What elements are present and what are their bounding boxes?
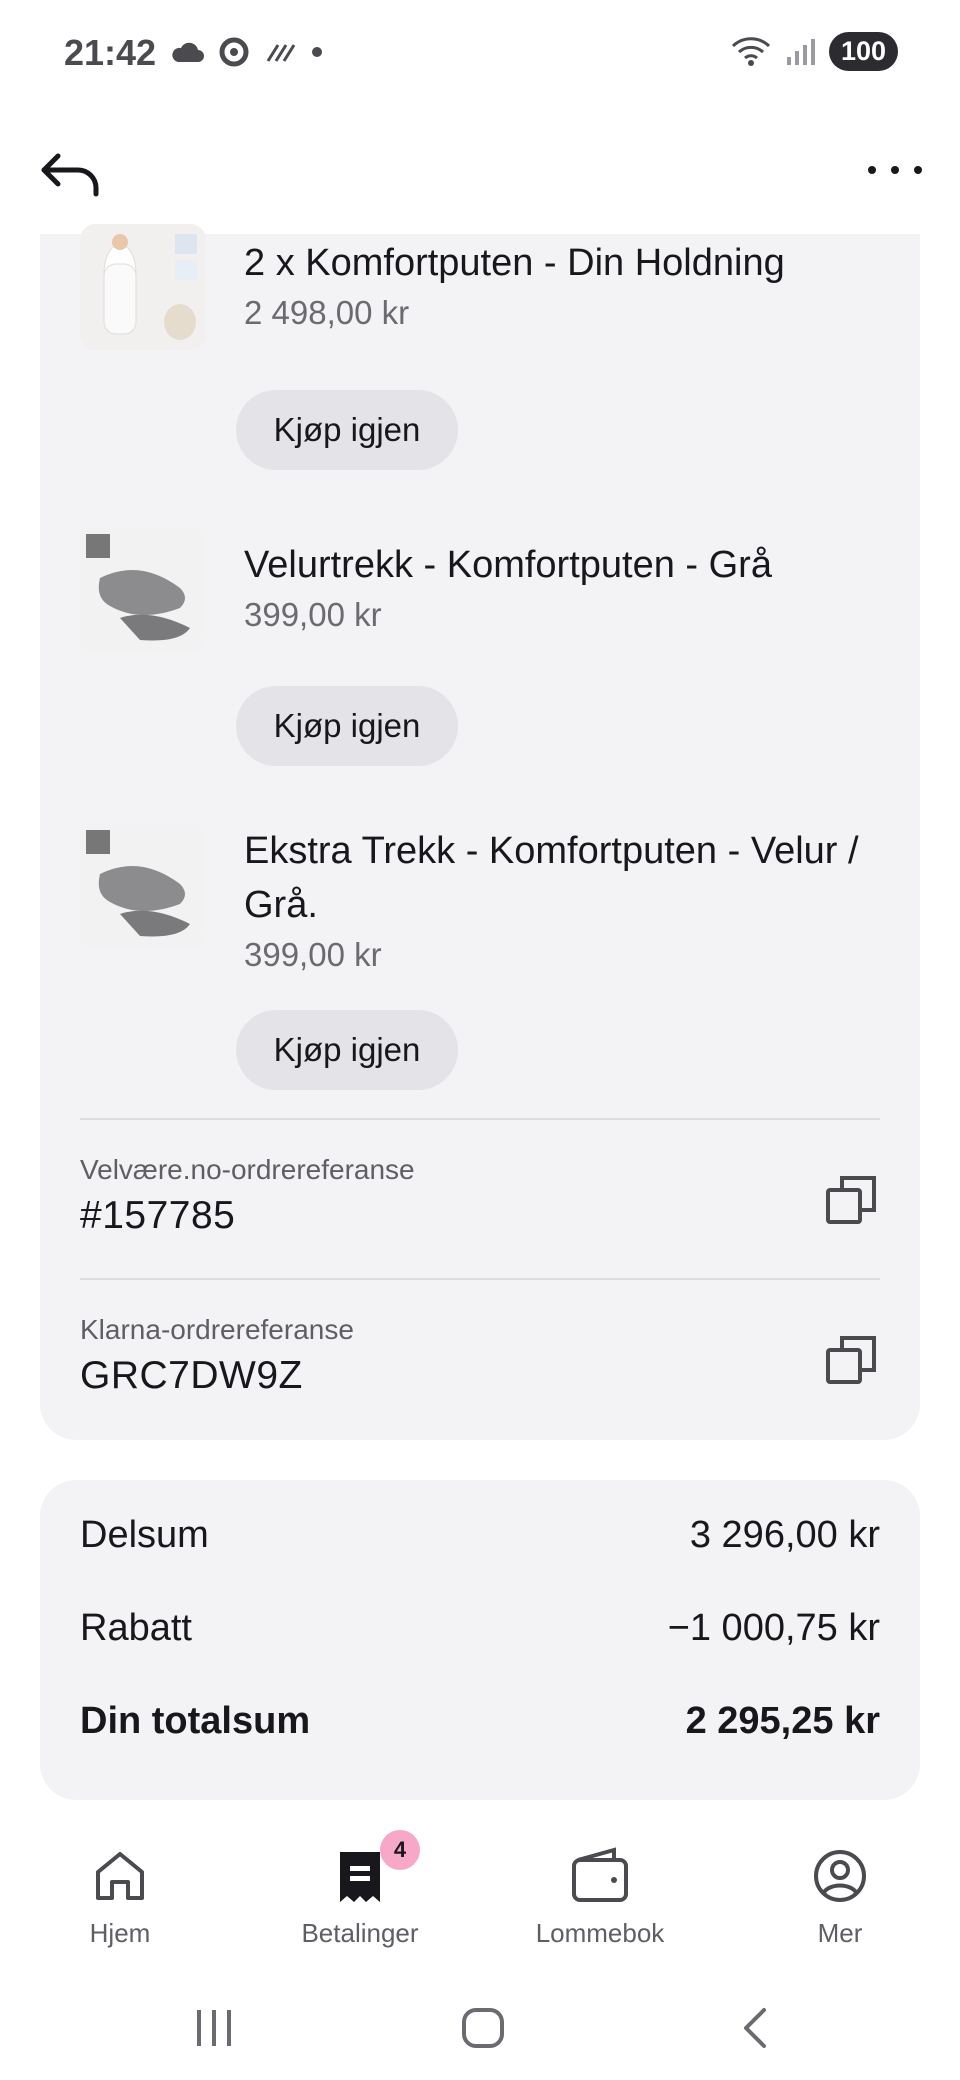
nav-item-payments[interactable]: Betalinger <box>240 1844 480 1949</box>
order-items-card: 2 x Komfortputen - Din Holdning 2 498,00… <box>40 224 920 1440</box>
subtotal-row: Delsum 3 296,00 kr <box>80 1514 880 1557</box>
signal-icon <box>786 38 815 65</box>
nav-label: Mer <box>817 1918 863 1948</box>
copy-icon[interactable] <box>824 1172 880 1228</box>
system-back-icon[interactable] <box>744 2008 766 2048</box>
more-horizontal-icon[interactable] <box>862 150 928 190</box>
home-icon <box>96 1852 144 1900</box>
divider <box>80 1278 880 1280</box>
wallet-icon <box>572 1847 628 1902</box>
buy-again-button[interactable]: Kjøp igjen <box>236 686 458 766</box>
order-item: Velurtrekk - Komfortputen - Grå 399,00 k… <box>80 528 880 668</box>
total-value: 2 295,25 kr <box>685 1700 880 1742</box>
discount-value: −1 000,75 kr <box>667 1607 880 1649</box>
item-name: Velurtrekk - Komfortputen - Grå <box>244 544 772 586</box>
nav-label: Betalinger <box>301 1918 419 1948</box>
notification-badge: 4 <box>380 1830 420 1870</box>
home-button-icon[interactable] <box>462 2008 504 2048</box>
status-bar: 21:42 100 <box>0 0 960 110</box>
product-image <box>80 824 206 950</box>
copy-icon[interactable] <box>824 1332 880 1388</box>
product-image <box>80 528 206 654</box>
total-label: Din totalsum <box>80 1700 311 1742</box>
nav-label: Lommebok <box>535 1918 665 1948</box>
item-price: 2 498,00 kr <box>244 294 410 331</box>
reference-value: GRC7DW9Z <box>80 1354 303 1397</box>
order-totals-card: Delsum 3 296,00 kr Rabatt −1 000,75 kr D… <box>40 1480 920 1800</box>
dot-icon <box>312 47 322 57</box>
cloud-icon <box>172 42 204 62</box>
merchant-order-reference: Velvære.no-ordrereferanse #157785 <box>80 1154 880 1284</box>
order-item: 2 x Komfortputen - Din Holdning 2 498,00… <box>80 224 880 464</box>
discount-row: Rabatt −1 000,75 kr <box>80 1607 880 1650</box>
profile-icon <box>814 1850 866 1902</box>
klarna-order-reference: Klarna-ordrereferanse GRC7DW9Z <box>80 1314 880 1444</box>
discount-label: Rabatt <box>80 1607 192 1649</box>
item-price: 399,00 kr <box>244 936 382 973</box>
reference-label: Klarna-ordrereferanse <box>80 1314 354 1345</box>
product-image <box>80 224 206 350</box>
wifi-icon <box>731 36 770 66</box>
sync-icon <box>219 37 249 67</box>
order-item: Ekstra Trekk - Komfortputen - Velur / Gr… <box>80 824 880 994</box>
system-navigation-bar <box>197 2008 766 2048</box>
back-arrow-icon[interactable] <box>38 140 104 206</box>
top-app-bar <box>0 110 960 234</box>
buy-again-button[interactable]: Kjøp igjen <box>236 390 458 470</box>
recent-apps-icon[interactable] <box>197 2010 231 2046</box>
item-price: 399,00 kr <box>244 596 382 633</box>
nav-item-home[interactable]: Hjem <box>0 1844 240 1949</box>
buy-again-button[interactable]: Kjøp igjen <box>236 1010 458 1090</box>
total-row: Din totalsum 2 295,25 kr <box>80 1700 880 1743</box>
nav-label: Hjem <box>89 1918 151 1948</box>
reference-value: #157785 <box>80 1194 236 1237</box>
divider <box>80 1118 880 1120</box>
nav-item-more[interactable]: Mer <box>720 1844 960 1949</box>
status-time: 21:42 <box>64 32 157 73</box>
reference-label: Velvære.no-ordrereferanse <box>80 1154 415 1185</box>
subtotal-label: Delsum <box>80 1514 209 1556</box>
data-saver-icon <box>266 44 296 62</box>
item-name: Ekstra Trekk - Komfortputen - Velur / Gr… <box>244 830 859 926</box>
battery-indicator: 100 <box>828 32 898 71</box>
nav-item-wallet[interactable]: Lommebok <box>480 1844 720 1949</box>
subtotal-value: 3 296,00 kr <box>689 1514 880 1556</box>
item-name: 2 x Komfortputen - Din Holdning <box>244 242 785 284</box>
bottom-navigation: Hjem Betalinger Lommebok Mer <box>0 1820 960 1970</box>
